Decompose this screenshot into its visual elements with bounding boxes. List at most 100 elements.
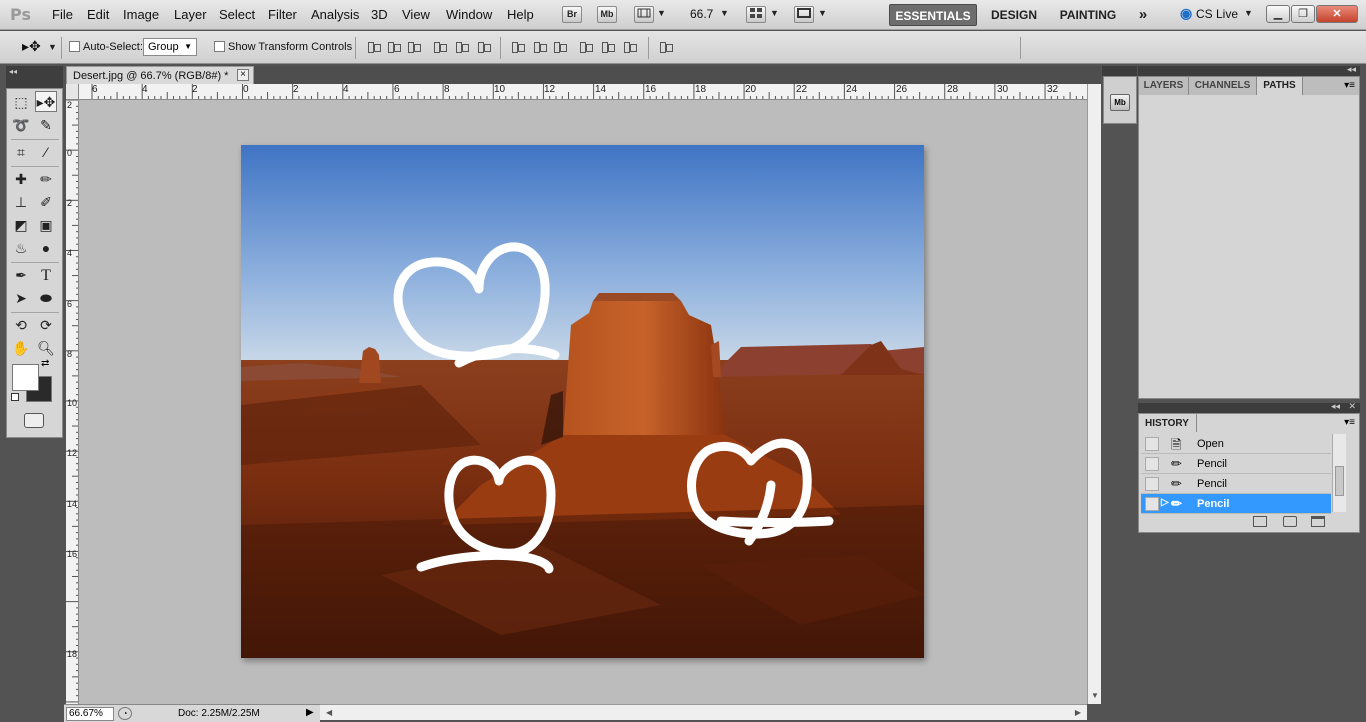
history-snapshot-checkbox[interactable] <box>1145 457 1159 471</box>
history-item[interactable]: 🗎 Open <box>1141 434 1331 454</box>
menu-analysis[interactable]: Analysis <box>311 7 359 22</box>
dock-collapse-bar[interactable] <box>1102 66 1137 76</box>
scroll-right-arrow-icon[interactable]: ▶ <box>1075 708 1081 717</box>
clone-stamp-tool-icon[interactable]: ⊥ <box>10 192 32 213</box>
history-item-selected[interactable]: ▷ ✏ Pencil <box>1141 494 1331 514</box>
more-workspaces-button[interactable]: » <box>1132 4 1154 26</box>
align-bottom-icon[interactable] <box>406 40 422 54</box>
menu-filter[interactable]: Filter <box>268 7 297 22</box>
dodge-tool-icon[interactable]: ● <box>35 238 57 259</box>
new-document-from-state-icon[interactable] <box>1253 516 1267 527</box>
history-item[interactable]: ✏ Pencil <box>1141 454 1331 474</box>
close-panel-icon[interactable]: ✕ <box>1348 401 1356 412</box>
auto-select-dropdown[interactable]: Group ▼ <box>143 38 197 56</box>
align-left-icon[interactable] <box>432 40 448 54</box>
chevron-down-icon[interactable]: ▼ <box>770 8 779 18</box>
ruler-origin[interactable] <box>66 84 79 100</box>
distribute-horizontal-center-icon[interactable] <box>600 40 616 54</box>
history-panel-header[interactable]: ◂◂ ✕ <box>1138 401 1360 413</box>
quick-mask-icon[interactable] <box>24 413 44 428</box>
toolbar-collapse-bar[interactable]: ◂◂ <box>6 66 63 77</box>
quick-selection-tool-icon[interactable]: ✎ <box>35 115 57 136</box>
history-item[interactable]: ✏ Pencil <box>1141 474 1331 494</box>
toolbar-grip[interactable] <box>6 77 63 88</box>
close-tab-icon[interactable]: × <box>237 69 249 81</box>
tab-paths[interactable]: PATHS <box>1257 77 1303 95</box>
zoom-tool-icon[interactable]: 🔍︎ <box>35 338 57 359</box>
align-vertical-center-icon[interactable] <box>386 40 402 54</box>
cslive-menu[interactable]: CS Live <box>1196 7 1238 21</box>
tab-history[interactable]: HISTORY <box>1139 414 1197 432</box>
eraser-tool-icon[interactable]: ◩ <box>10 215 32 236</box>
panel-menu-icon[interactable]: ▾≡ <box>1344 80 1355 91</box>
history-scroll-thumb[interactable] <box>1335 466 1344 496</box>
distribute-vertical-center-icon[interactable] <box>532 40 548 54</box>
panel-group-header[interactable]: ◂◂ <box>1138 64 1360 76</box>
chevron-down-icon[interactable]: ▼ <box>48 42 57 52</box>
menu-image[interactable]: Image <box>123 7 159 22</box>
3d-rotate-tool-icon[interactable]: ⟲ <box>10 315 32 336</box>
align-top-icon[interactable] <box>366 40 382 54</box>
marquee-tool-icon[interactable]: ⬚ <box>10 92 32 113</box>
status-info-icon[interactable]: ◔ <box>118 707 132 720</box>
swap-colors-icon[interactable]: ⇄ <box>41 358 49 369</box>
default-colors-icon[interactable] <box>11 393 19 401</box>
minibridge-button[interactable]: Mb <box>597 6 617 23</box>
restore-button[interactable]: ❐ <box>1291 5 1315 23</box>
vertical-ruler[interactable]: 2 0 2 4 6 8 10 12 14 16 18 <box>66 100 79 704</box>
arrange-documents-button[interactable] <box>746 6 766 23</box>
horizontal-ruler[interactable]: 6 4 2 0 2 4 6 8 10 12 14 16 18 20 22 24 … <box>66 84 1087 100</box>
menu-3d[interactable]: 3D <box>371 7 388 22</box>
pen-tool-icon[interactable]: ✒ <box>10 265 32 286</box>
screen-mode-button[interactable] <box>794 6 814 23</box>
menu-window[interactable]: Window <box>446 7 492 22</box>
eyedropper-tool-icon[interactable]: ⁄ <box>35 142 57 163</box>
menu-edit[interactable]: Edit <box>87 7 109 22</box>
camera-icon[interactable] <box>1283 516 1297 527</box>
chevron-down-icon[interactable]: ▼ <box>657 8 666 18</box>
brush-tool-icon[interactable]: ✏ <box>35 169 57 190</box>
menu-layer[interactable]: Layer <box>174 7 207 22</box>
workspace-painting[interactable]: PAINTING <box>1054 4 1122 26</box>
gradient-tool-icon[interactable]: ▣ <box>35 215 57 236</box>
collapse-panel-icon[interactable]: ◂◂ <box>1347 64 1356 75</box>
zoom-field[interactable]: 66.67% <box>66 707 114 721</box>
move-tool-icon[interactable]: ▸✥ <box>35 91 57 112</box>
minimize-button[interactable]: ▁ <box>1266 5 1290 23</box>
history-snapshot-checkbox[interactable] <box>1145 477 1159 491</box>
menu-help[interactable]: Help <box>507 7 534 22</box>
healing-brush-tool-icon[interactable]: ✚ <box>10 169 32 190</box>
hand-tool-icon[interactable]: ✋ <box>10 338 32 359</box>
distribute-bottom-icon[interactable] <box>552 40 568 54</box>
minibridge-panel-icon[interactable]: Mb <box>1110 94 1130 111</box>
workspace-design[interactable]: DESIGN <box>986 4 1042 26</box>
trash-icon[interactable] <box>1311 516 1325 527</box>
chevron-down-icon[interactable]: ▼ <box>818 8 827 18</box>
auto-select-checkbox[interactable] <box>69 41 80 52</box>
scroll-down-arrow-icon[interactable]: ▼ <box>1091 691 1099 700</box>
close-window-button[interactable]: ✕ <box>1316 5 1358 23</box>
extras-button[interactable] <box>634 6 654 23</box>
align-horizontal-center-icon[interactable] <box>454 40 470 54</box>
chevron-down-icon[interactable]: ▼ <box>1244 8 1253 18</box>
zoom-level[interactable]: 66.7 <box>690 7 713 21</box>
ellipse-tool-icon[interactable]: ⬬ <box>35 288 57 309</box>
distribute-top-icon[interactable] <box>510 40 526 54</box>
document-tab[interactable]: Desert.jpg @ 66.7% (RGB/8#) * × <box>66 66 254 84</box>
tab-layers[interactable]: LAYERS <box>1139 77 1189 95</box>
menu-select[interactable]: Select <box>219 7 255 22</box>
blur-tool-icon[interactable]: ♨ <box>10 238 32 259</box>
path-selection-tool-icon[interactable]: ➤ <box>10 288 32 309</box>
document-canvas[interactable] <box>241 145 924 658</box>
workspace-essentials[interactable]: ESSENTIALS <box>889 4 977 26</box>
type-tool-icon[interactable]: T <box>35 265 57 286</box>
distribute-left-icon[interactable] <box>578 40 594 54</box>
move-tool-preset-icon[interactable]: ▸✥ <box>22 38 41 55</box>
menu-view[interactable]: View <box>402 7 430 22</box>
distribute-right-icon[interactable] <box>622 40 638 54</box>
show-transform-checkbox[interactable] <box>214 41 225 52</box>
bridge-button[interactable]: Br <box>562 6 582 23</box>
history-brush-tool-icon[interactable]: ✐ <box>35 192 57 213</box>
auto-align-layers-icon[interactable] <box>658 40 674 54</box>
status-menu-arrow-icon[interactable]: ▶ <box>306 707 314 718</box>
